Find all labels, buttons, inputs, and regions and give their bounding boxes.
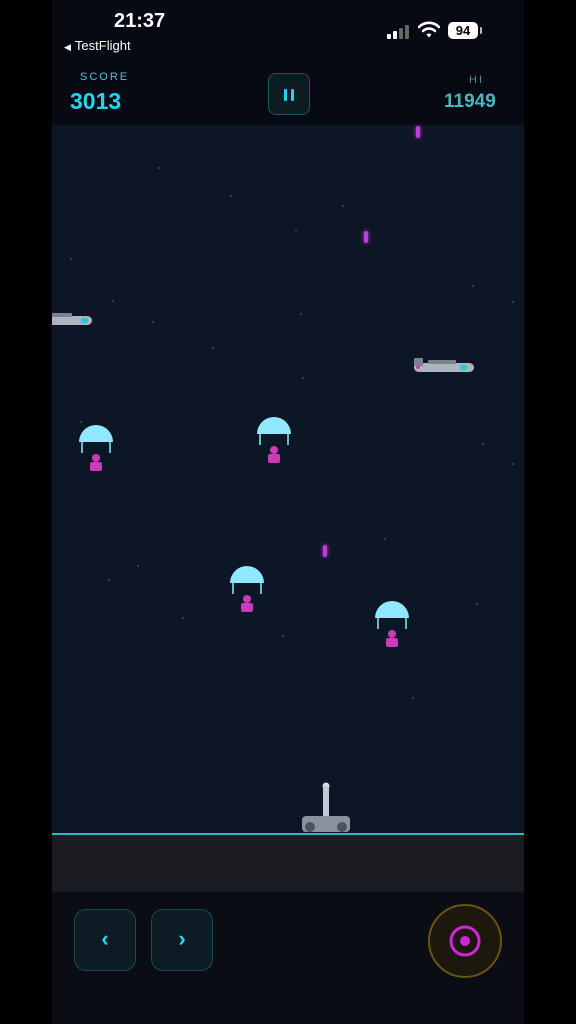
star xyxy=(300,313,302,315)
star xyxy=(342,205,344,207)
chevron-left-icon: ‹ xyxy=(101,926,109,951)
star xyxy=(212,347,214,349)
star xyxy=(482,443,484,445)
status-bar: 21:37 ◀ TestFlight 94 xyxy=(52,0,524,60)
score-label: SCORE xyxy=(80,71,130,83)
clock: 21:37 xyxy=(114,10,166,32)
star xyxy=(230,195,232,197)
paratrooper xyxy=(257,417,291,463)
controls-bar: ‹ › xyxy=(52,892,524,1024)
paratrooper xyxy=(375,601,409,647)
paratrooper xyxy=(230,566,264,612)
enemy-plane xyxy=(52,313,92,325)
star xyxy=(295,229,297,231)
star xyxy=(384,538,386,540)
star xyxy=(412,697,414,699)
star xyxy=(137,565,139,567)
playfield xyxy=(52,125,524,834)
star xyxy=(512,301,514,303)
paratrooper xyxy=(79,425,113,471)
move-right-button[interactable]: › xyxy=(151,909,213,971)
enemy-bullet xyxy=(364,231,368,243)
battery-indicator: 94 xyxy=(448,22,478,39)
star xyxy=(108,579,110,581)
pause-button[interactable] xyxy=(268,73,310,115)
star xyxy=(182,617,184,619)
star xyxy=(512,463,514,465)
ground xyxy=(52,835,524,892)
move-left-button[interactable]: ‹ xyxy=(74,909,136,971)
enemy-bullet xyxy=(323,545,327,557)
star xyxy=(152,321,154,323)
star xyxy=(70,258,72,260)
wifi-icon xyxy=(418,21,440,38)
enemy-plane xyxy=(414,358,474,372)
enemy-bullet xyxy=(416,126,420,138)
game-screen: 21:37 ◀ TestFlight 94 SCORE 3013 HI 11949 xyxy=(52,0,524,1024)
star xyxy=(282,635,284,637)
star xyxy=(476,603,478,605)
target-icon xyxy=(449,925,481,957)
score-value: 3013 xyxy=(70,88,122,114)
signal-icon xyxy=(387,25,411,39)
player-turret xyxy=(302,782,350,832)
battery-cap xyxy=(480,27,482,34)
hud: SCORE 3013 HI 11949 xyxy=(52,60,524,125)
pause-icon-bar xyxy=(291,89,294,101)
back-to-testflight[interactable]: ◀ TestFlight xyxy=(64,38,131,53)
fire-button[interactable] xyxy=(428,904,502,978)
hi-score-label: HI xyxy=(469,74,484,86)
pause-icon xyxy=(284,89,287,101)
star xyxy=(472,285,474,287)
star xyxy=(158,167,160,169)
chevron-right-icon: › xyxy=(178,926,186,951)
star xyxy=(302,377,304,379)
back-arrow-icon: ◀ xyxy=(64,42,71,52)
hi-score-value: 11949 xyxy=(444,91,496,112)
star xyxy=(112,300,114,302)
back-label: TestFlight xyxy=(74,38,131,53)
